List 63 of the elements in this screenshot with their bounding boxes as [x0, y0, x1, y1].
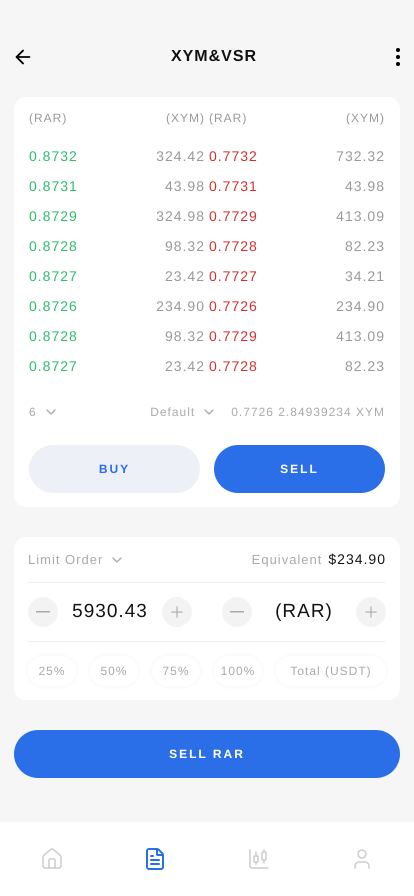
ask-amount: 34.21: [344, 266, 385, 286]
ask-amount: 82.23: [344, 236, 385, 256]
ask-amount: 732.32: [335, 146, 385, 166]
preset-chip[interactable]: 75%: [152, 656, 200, 686]
plus-button[interactable]: [162, 597, 192, 627]
home-icon: [40, 847, 64, 871]
depth-dropdown[interactable]: 6: [29, 403, 59, 421]
bid-amount: 234.90: [155, 296, 205, 316]
mode-dropdown[interactable]: Default: [150, 403, 218, 421]
page-title: XYM&VSR: [170, 47, 258, 67]
bid-amount: 98.32: [164, 326, 205, 346]
bid-amount: 23.42: [164, 356, 205, 376]
bid-amount: 43.98: [164, 176, 205, 196]
ask-price: 0.7728: [209, 236, 259, 256]
bid-amount: 23.42: [164, 266, 205, 286]
column-header: (RAR): [209, 110, 248, 127]
more-button[interactable]: [394, 46, 402, 68]
unit-value: (RAR): [274, 600, 334, 624]
submit-button[interactable]: SELL RAR: [14, 730, 400, 778]
bid-amount: 324.98: [155, 206, 205, 226]
ask-amount: 234.90: [335, 296, 385, 316]
preset-chip[interactable]: 50%: [90, 656, 138, 686]
last-trade: 0.7726 2.84939234 XYM: [231, 404, 385, 421]
order-type-dropdown[interactable]: Limit Order: [28, 550, 126, 570]
bid-price: 0.8726: [29, 296, 79, 316]
bid-price: 0.8732: [29, 146, 79, 166]
side-tab[interactable]: SELL: [214, 445, 385, 493]
ask-price: 0.7731: [209, 176, 259, 196]
ask-price: 0.7728: [209, 356, 259, 376]
minus-icon: [36, 611, 50, 613]
candlestick-icon: [246, 847, 271, 871]
bid-amount: 324.42: [155, 146, 205, 166]
ask-price: 0.7729: [209, 326, 259, 346]
equivalent-value: $234.90: [328, 550, 386, 569]
bid-price: 0.8728: [29, 326, 79, 346]
ask-price: 0.7729: [209, 206, 259, 226]
bid-price: 0.8731: [29, 176, 79, 196]
ask-amount: 413.09: [335, 326, 385, 346]
column-header: (RAR): [29, 110, 68, 127]
minus-button[interactable]: [28, 597, 58, 627]
amount-value: 5930.43: [71, 600, 149, 624]
preset-chip[interactable]: 100%: [214, 656, 262, 686]
column-header: (XYM): [345, 110, 385, 127]
minus-icon: [230, 611, 244, 613]
side-tab[interactable]: BUY: [29, 445, 200, 493]
minus-button[interactable]: [222, 597, 252, 627]
ask-price: 0.7732: [209, 146, 259, 166]
column-header: (XYM): [165, 110, 205, 127]
bid-price: 0.8727: [29, 266, 79, 286]
preset-chip[interactable]: 25%: [28, 656, 76, 686]
equivalent-label: Equivalent: [252, 550, 322, 569]
preset-chip[interactable]: Total (USDT): [276, 656, 386, 686]
bid-price: 0.8729: [29, 206, 79, 226]
ask-amount: 82.23: [344, 356, 385, 376]
more-icon: [396, 48, 400, 66]
ask-price: 0.7726: [209, 296, 259, 316]
plus-button[interactable]: [356, 597, 386, 627]
ask-amount: 43.98: [344, 176, 385, 196]
ask-price: 0.7727: [209, 266, 259, 286]
bid-amount: 98.32: [164, 236, 205, 256]
bid-price: 0.8728: [29, 236, 79, 256]
ask-amount: 413.09: [335, 206, 385, 226]
bid-price: 0.8727: [29, 356, 79, 376]
